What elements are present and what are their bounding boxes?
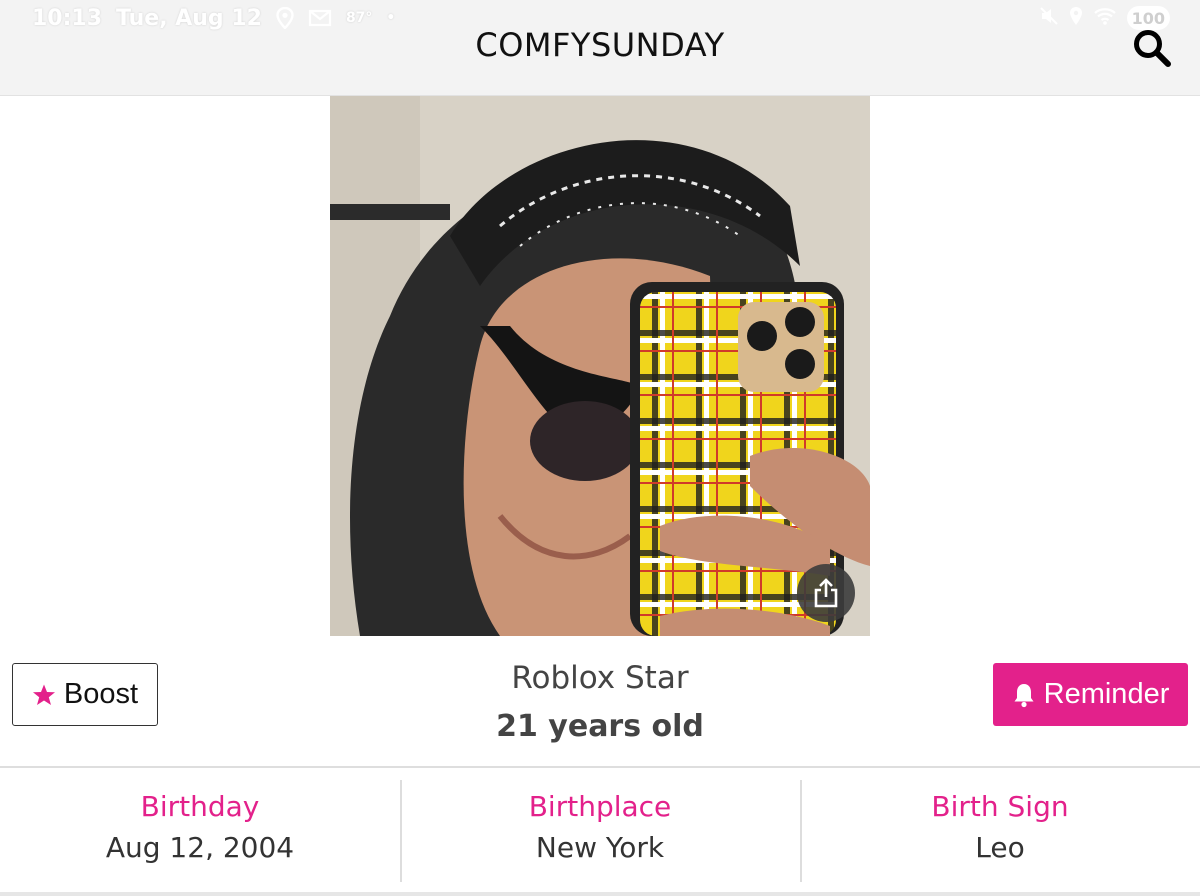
bell-icon [1014, 683, 1034, 707]
search-icon [1134, 30, 1171, 67]
profile-age: 21 years old [496, 709, 704, 744]
birthplace-label: Birthplace [528, 790, 672, 823]
birthday-column: Birthday Aug 12, 2004 [0, 768, 400, 896]
birth-info-row: Birthday Aug 12, 2004 Birthplace New Yor… [0, 768, 1200, 896]
bottom-divider [0, 892, 1200, 896]
birthplace-value[interactable]: New York [400, 831, 800, 864]
birthday-label: Birthday [140, 790, 260, 823]
app-title: COMFYSUNDAY [475, 26, 725, 64]
birth-sign-column: Birth Sign Leo [800, 768, 1200, 896]
birth-sign-label: Birth Sign [931, 790, 1069, 823]
reminder-label: Reminder [1043, 678, 1170, 710]
search-button[interactable] [1132, 28, 1172, 68]
profile-name: Roblox Star [511, 660, 689, 696]
reminder-button[interactable]: Reminder [993, 663, 1188, 726]
birthplace-column: Birthplace New York [400, 768, 800, 896]
boost-button[interactable]: Boost [12, 663, 158, 726]
gmail-icon [308, 9, 332, 27]
share-button[interactable] [797, 564, 855, 622]
top-app-bar: 10:13 Tue, Aug 12 87° • 100 COMFYSUNDAY [0, 0, 1200, 96]
birth-sign-value[interactable]: Leo [800, 831, 1200, 864]
star-icon [32, 684, 55, 705]
boost-label: Boost [63, 678, 139, 710]
share-icon [814, 578, 838, 608]
status-temperature: 87° [345, 10, 373, 26]
notification-dot-icon: • [386, 10, 396, 26]
profile-photo [330, 96, 870, 636]
birthday-value: Aug 12, 2004 [105, 831, 295, 864]
